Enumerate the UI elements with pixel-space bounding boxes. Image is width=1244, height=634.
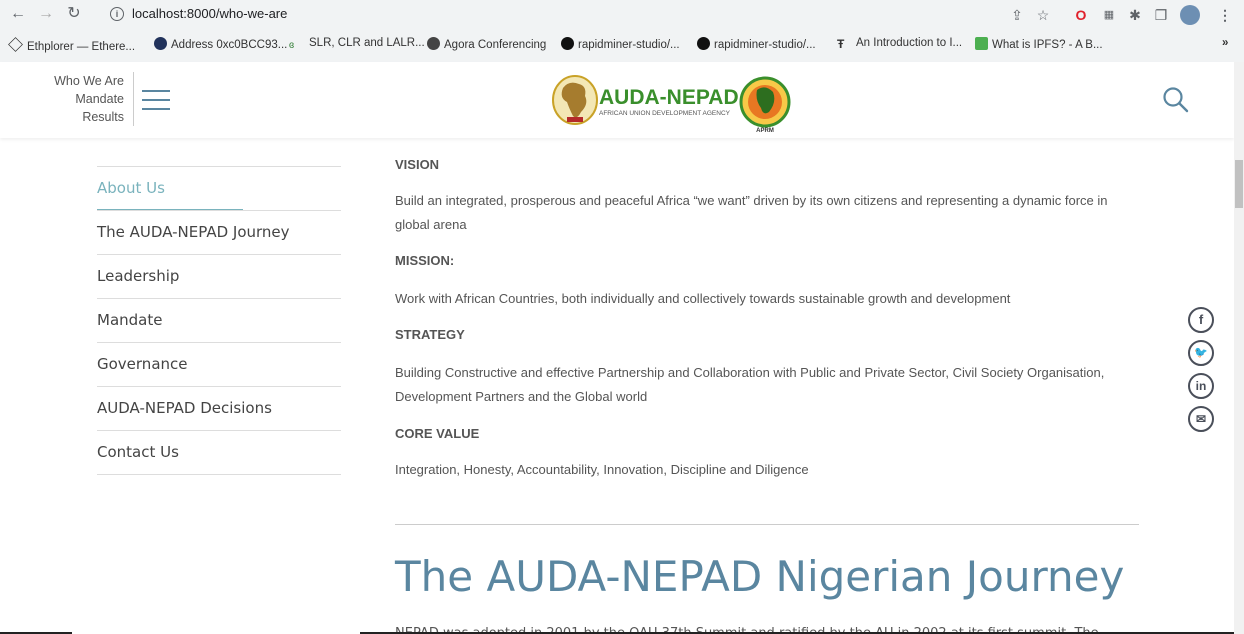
bookmark-rapidminer-2[interactable]: rapidminer-studio/...: [697, 37, 816, 51]
email-icon[interactable]: ✉: [1188, 406, 1214, 432]
site-info-icon[interactable]: i: [110, 7, 124, 21]
ethplorer-icon: [8, 37, 23, 52]
quick-link-mandate[interactable]: Mandate: [30, 90, 124, 108]
etherscan-icon: [154, 37, 167, 50]
auda-nepad-logo[interactable]: AUDA-NEPAD AFRICAN UNION DEVELOPMENT AGE…: [551, 70, 791, 134]
address-bar[interactable]: i localhost:8000/who-we-are: [100, 2, 980, 26]
back-icon[interactable]: ←: [8, 4, 28, 24]
sidebar-item-contact-us[interactable]: Contact Us: [97, 430, 341, 475]
journey-title: The AUDA-NEPAD Nigerian Journey: [395, 552, 1125, 601]
sidebar-nav: About Us The AUDA-NEPAD Journey Leadersh…: [97, 166, 341, 475]
svg-text:AUDA-NEPAD: AUDA-NEPAD: [599, 86, 739, 109]
menu-hamburger-icon[interactable]: [142, 84, 170, 114]
ipfs-icon: [975, 37, 988, 50]
bookmark-slr[interactable]: ɞ SLR, CLR and LALR...: [289, 37, 425, 53]
strategy-text: Building Constructive and effective Part…: [395, 365, 1105, 404]
strategy-heading: STRATEGY: [395, 327, 465, 342]
mission-heading: MISSION:: [395, 253, 455, 268]
github-icon: [697, 37, 710, 50]
opera-extension-icon[interactable]: O: [1072, 6, 1090, 24]
share-icon[interactable]: ⇪: [1008, 6, 1026, 24]
bookmark-agora[interactable]: Agora Conferencing: [427, 37, 546, 51]
linkedin-icon[interactable]: in: [1188, 373, 1214, 399]
sidebar-item-leadership[interactable]: Leadership: [97, 254, 341, 298]
sidebar-item-governance[interactable]: Governance: [97, 342, 341, 386]
bookmark-ethplorer[interactable]: Ethplorer — Ethere...: [8, 37, 135, 53]
quick-links: Who We Are Mandate Results: [30, 72, 124, 126]
sidebar-item-journey[interactable]: The AUDA-NEPAD Journey: [97, 210, 341, 254]
vision-text: Build an integrated, prosperous and peac…: [395, 193, 1108, 232]
reload-icon[interactable]: ↻: [64, 4, 84, 24]
sidebar-item-about-us[interactable]: About Us: [97, 166, 341, 211]
page-scrollbar[interactable]: [1234, 62, 1244, 634]
profile-avatar[interactable]: [1180, 5, 1200, 25]
mission-text: Work with African Countries, both indivi…: [395, 291, 1011, 306]
section-divider: [395, 524, 1139, 525]
quick-link-results[interactable]: Results: [30, 108, 124, 126]
bookmark-rapidminer-1[interactable]: rapidminer-studio/...: [561, 37, 680, 51]
forward-icon[interactable]: →: [36, 4, 56, 24]
sidebar-item-mandate[interactable]: Mandate: [97, 298, 341, 342]
twitter-icon[interactable]: 🐦: [1188, 340, 1214, 366]
sidebar-item-decisions[interactable]: AUDA-NEPAD Decisions: [97, 386, 341, 430]
geeks-icon: ɞ: [289, 40, 295, 51]
svg-text:AFRICAN UNION DEVELOPMENT AGEN: AFRICAN UNION DEVELOPMENT AGENCY: [599, 110, 731, 117]
core-value-text: Integration, Honesty, Accountability, In…: [395, 462, 809, 477]
bookmark-introduction[interactable]: Ŧ An Introduction to I...: [837, 37, 962, 51]
core-value-heading: CORE VALUE: [395, 426, 480, 441]
bookmark-star-icon[interactable]: ☆: [1034, 6, 1052, 24]
scrollbar-thumb[interactable]: [1235, 160, 1243, 208]
side-panel-icon[interactable]: ❐: [1152, 6, 1170, 24]
github-icon: [561, 37, 574, 50]
site-header: Who We Are Mandate Results AUDA-NEPAD AF…: [0, 62, 1234, 138]
bookmarks-overflow-icon[interactable]: »: [1222, 37, 1228, 49]
bookmark-address[interactable]: Address 0xc0BCC93...: [154, 37, 287, 51]
header-divider: [133, 72, 134, 126]
vision-heading: VISION: [395, 157, 440, 172]
bookmarks-bar: Ethplorer — Ethere... Address 0xc0BCC93.…: [0, 32, 1244, 58]
tensor-icon: Ŧ: [837, 37, 845, 51]
extensions-puzzle-icon[interactable]: ✱: [1126, 6, 1144, 24]
quick-link-who-we-are[interactable]: Who We Are: [30, 72, 124, 90]
browser-toolbar: ← → ↻ i localhost:8000/who-we-are ⇪ ☆ O …: [0, 0, 1244, 30]
address-url[interactable]: localhost:8000/who-we-are: [132, 6, 287, 21]
search-icon[interactable]: [1162, 86, 1190, 114]
facebook-icon[interactable]: f: [1188, 307, 1214, 333]
svg-text:APRM: APRM: [756, 128, 774, 134]
browser-chrome: ← → ↻ i localhost:8000/who-we-are ⇪ ☆ O …: [0, 0, 1244, 62]
qr-extension-icon[interactable]: ▦: [1100, 6, 1118, 24]
globe-icon: [427, 37, 440, 50]
browser-menu-icon[interactable]: ⋮: [1216, 6, 1234, 24]
bookmark-ipfs[interactable]: What is IPFS? - A B...: [975, 37, 1103, 51]
